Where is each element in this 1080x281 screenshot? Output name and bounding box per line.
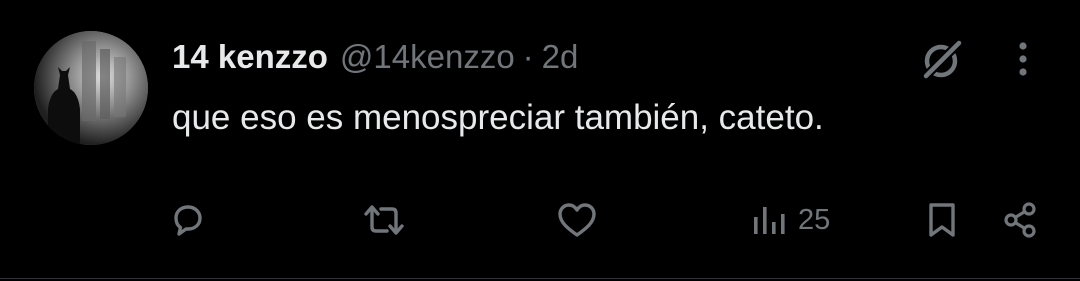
views-chart-icon	[754, 207, 785, 234]
tweet[interactable]: 14 kenzzo @14kenzzo · 2d que eso es meno…	[0, 0, 1080, 281]
display-name[interactable]: 14 kenzzo	[172, 38, 328, 76]
retweet-button[interactable]	[360, 190, 408, 250]
tweet-text: que eso es menospreciar también, cateto.	[172, 98, 824, 137]
bookmark-icon	[929, 203, 955, 237]
grok-icon	[920, 40, 962, 82]
reply-button[interactable]	[168, 190, 208, 250]
timestamp[interactable]: 2d	[542, 38, 579, 76]
more-vertical-icon	[1019, 42, 1027, 76]
views-button[interactable]: 25	[750, 190, 830, 250]
reply-icon	[174, 205, 202, 236]
action-bar: 25	[0, 190, 1080, 250]
share-icon	[1004, 202, 1036, 238]
tweet-header: 14 kenzzo @14kenzzo · 2d	[172, 38, 578, 78]
views-count: 25	[798, 203, 831, 236]
bookmark-button[interactable]	[922, 190, 962, 250]
share-button[interactable]	[1000, 190, 1040, 250]
separator: ·	[522, 38, 534, 75]
more-button[interactable]	[1000, 36, 1046, 82]
avatar-image	[34, 31, 148, 145]
retweet-icon	[364, 205, 404, 235]
like-button[interactable]	[555, 190, 599, 250]
grok-button[interactable]	[916, 36, 966, 86]
user-handle[interactable]: @14kenzzo	[340, 38, 515, 76]
avatar[interactable]	[34, 31, 148, 145]
divider	[0, 278, 1080, 279]
heart-icon	[558, 203, 596, 237]
